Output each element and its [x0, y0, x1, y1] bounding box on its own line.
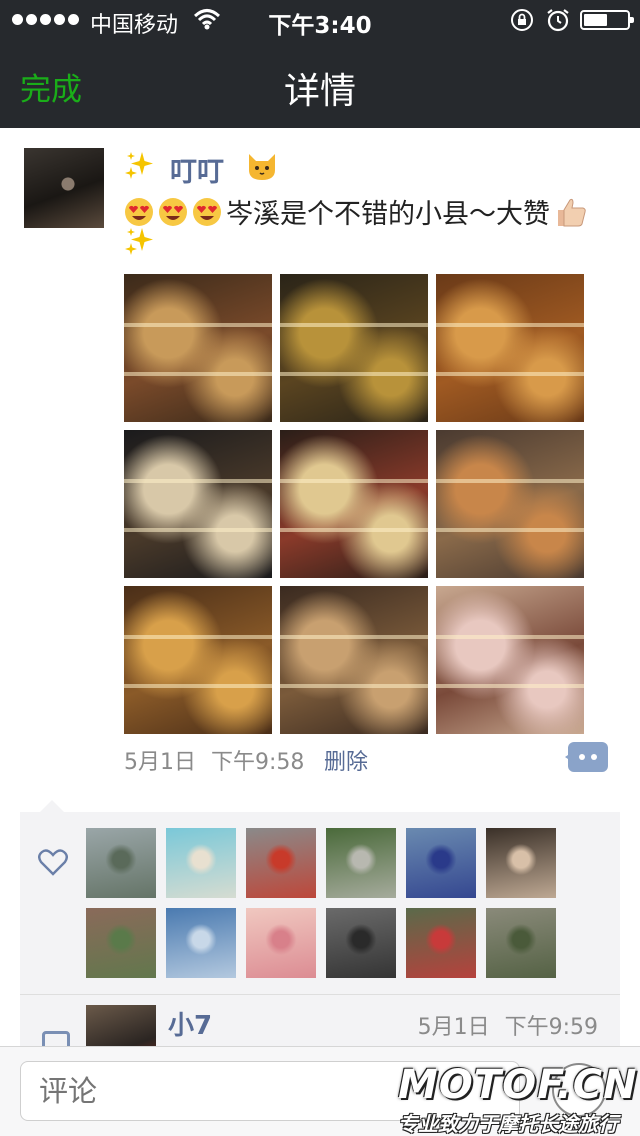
post-date: 5月1日	[124, 750, 196, 775]
author-name[interactable]: 叮叮	[170, 150, 224, 189]
cat-emoji-icon	[249, 154, 275, 180]
heart-outline-icon	[38, 849, 68, 876]
photo-bread-rack[interactable]	[124, 586, 272, 734]
page-title: 详情	[283, 71, 356, 112]
like-avatar-1[interactable]	[86, 828, 156, 898]
watermark-tagline: 专业致力于摩托长途旅行	[398, 1112, 618, 1136]
post-text: 岑溪是个不错的小县～大赞	[124, 192, 588, 231]
post-time: 下午9:58	[211, 750, 305, 775]
post-timestamp: 5月1日 下午9:58	[124, 744, 304, 776]
commenter-name[interactable]: 小7	[168, 1005, 212, 1042]
photo-bread-shelves[interactable]	[436, 274, 584, 422]
comment-timestamp: 5月1日 下午9:59	[418, 1009, 598, 1041]
watermark: MOTOF.CN 专业致力于摩托长途旅行	[398, 1062, 640, 1136]
post-text-content: 岑溪是个不错的小县～大赞	[226, 199, 550, 230]
comment-time: 下午9:59	[504, 1015, 598, 1040]
photo-cake-slices-1[interactable]	[124, 430, 272, 578]
watermark-logo: MOTOF.CN	[398, 1062, 638, 1108]
like-avatar-6[interactable]	[486, 828, 556, 898]
like-avatar-11[interactable]	[406, 908, 476, 978]
status-time: 下午3:40	[268, 13, 372, 39]
comment-date: 5月1日	[417, 1015, 490, 1040]
like-avatar-12[interactable]	[486, 908, 556, 978]
photo-cake-slices-2[interactable]	[280, 430, 428, 578]
photo-cake-display-1[interactable]	[124, 274, 272, 422]
sparkles-emoji-icon	[125, 152, 153, 179]
like-avatar-7[interactable]	[86, 908, 156, 978]
rotation-lock-icon	[511, 9, 533, 31]
comment-menu-button[interactable]	[565, 742, 608, 772]
photo-cafe-interior[interactable]	[436, 586, 584, 734]
thumbs-up-emoji-icon	[558, 198, 586, 226]
delete-button[interactable]: 删除	[324, 744, 368, 776]
likes-panel-arrow	[40, 800, 64, 812]
heart-eyes-emoji-icon	[193, 197, 221, 226]
like-avatar-10[interactable]	[326, 908, 396, 978]
alarm-icon	[547, 9, 569, 32]
like-avatar-9[interactable]	[246, 908, 316, 978]
photo-pastry-case[interactable]	[280, 586, 428, 734]
heart-eyes-emoji-icon	[159, 197, 187, 226]
like-avatar-5[interactable]	[406, 828, 476, 898]
photo-bakery-counter[interactable]	[436, 430, 584, 578]
photo-grid	[124, 274, 584, 734]
sparkles-emoji-icon	[125, 228, 153, 255]
like-avatar-2[interactable]	[166, 828, 236, 898]
battery-icon	[580, 10, 634, 30]
like-avatar-8[interactable]	[166, 908, 236, 978]
author-avatar[interactable]	[24, 148, 104, 228]
heart-eyes-emoji-icon	[125, 197, 153, 226]
status-bar: 中国移动 下午3:40	[0, 0, 640, 40]
photo-cake-display-2[interactable]	[280, 274, 428, 422]
like-avatar-3[interactable]	[246, 828, 316, 898]
like-avatar-4[interactable]	[326, 828, 396, 898]
navigation-bar: 完成 详情	[0, 40, 640, 128]
